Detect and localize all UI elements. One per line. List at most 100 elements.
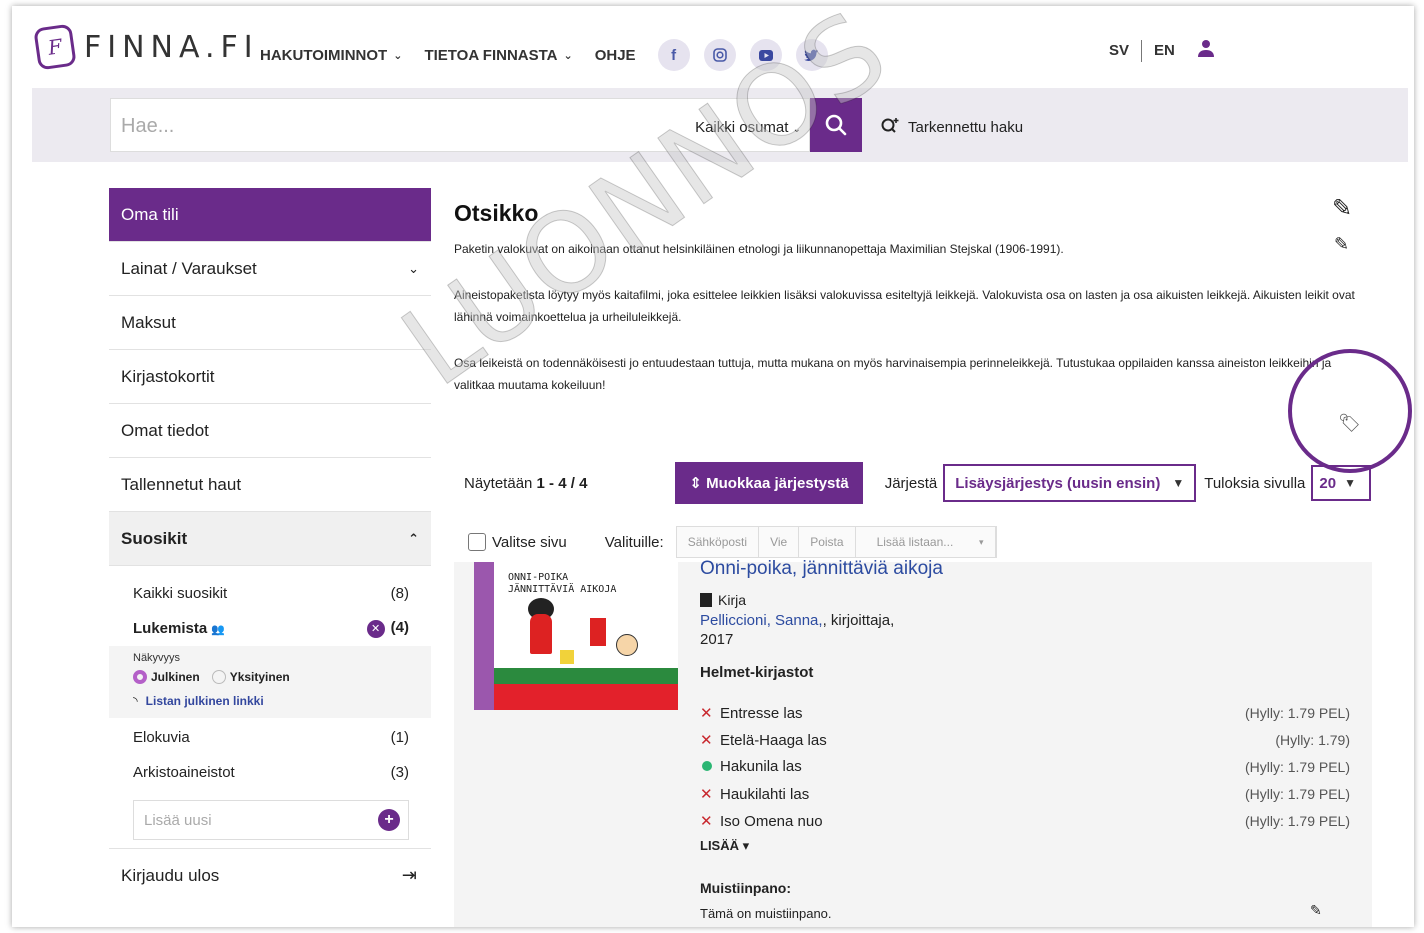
list-item[interactable]: Elokuvia (1) xyxy=(109,720,431,755)
main-nav: HAKUTOIMINNOT ⌄ TIETOA FINNASTA ⌄ OHJE f xyxy=(260,39,828,71)
search-bar: Hae... Kaikki osumat ⌄ Tarkennettu haku xyxy=(32,88,1408,162)
radio-public[interactable] xyxy=(133,670,147,684)
cover-floor xyxy=(494,684,678,710)
visibility-title: Näkyvyys xyxy=(133,652,181,664)
logo-text: FINNA.FI xyxy=(84,29,259,65)
group-icon: 👥 xyxy=(211,624,226,636)
holding-location: Etelä-Haaga las xyxy=(720,731,827,749)
nav-ohje[interactable]: OHJE xyxy=(595,47,636,64)
note-label: Muistiinpano: xyxy=(700,880,791,896)
sidebar-item-label: Oma tili xyxy=(121,204,179,224)
logout-icon: ⇥ xyxy=(401,865,417,885)
bulk-actions: Valitse sivu Valituille: Sähköposti Vie … xyxy=(468,526,997,558)
remove-icon[interactable]: ✕ xyxy=(366,619,385,638)
per-page-value: 20 xyxy=(1319,474,1337,492)
sort-label: Järjestä xyxy=(884,474,938,492)
sidebar-item-maksut[interactable]: Maksut xyxy=(109,296,431,350)
search-input[interactable]: Hae... Kaikki osumat ⌄ xyxy=(110,98,810,152)
search-scope-select[interactable]: Kaikki osumat ⌄ xyxy=(695,119,801,136)
author-role: , kirjoittaja, xyxy=(822,612,895,629)
sort-select[interactable]: Lisäysjärjestys (uusin ensin) ▼ xyxy=(943,464,1197,502)
nav-hakutoiminnot[interactable]: HAKUTOIMINNOT ⌄ xyxy=(260,47,402,64)
search-button[interactable] xyxy=(810,98,862,152)
holding-location: Iso Omena nuo xyxy=(720,812,823,830)
rss-icon: ◝ xyxy=(133,694,138,708)
sidebar-item-label: Tallennetut haut xyxy=(121,474,242,494)
cover-title: ONNI-POIKA JÄNNITTÄVIÄ AIKOJA xyxy=(508,572,617,595)
sidebar-item-kirjastokortit[interactable]: Kirjastokortit xyxy=(109,350,431,404)
finna-logo[interactable]: F FINNA.FI xyxy=(33,23,259,71)
more-holdings-link[interactable]: LISÄÄ ▾ xyxy=(700,838,1350,854)
list-item[interactable]: Kaikki suosikit (8) xyxy=(109,576,431,611)
sidebar-item-label: Omat tiedot xyxy=(121,420,209,440)
user-icon[interactable] xyxy=(1197,39,1215,62)
book-cover-image[interactable]: ONNI-POIKA JÄNNITTÄVIÄ AIKOJA xyxy=(474,562,678,710)
chevron-down-icon: ⌄ xyxy=(792,124,801,135)
radio-label: Julkinen xyxy=(151,670,200,684)
bulk-export-button[interactable]: Vie xyxy=(759,527,800,557)
list-name: Elokuvia xyxy=(133,729,190,746)
sort-value: Lisäysjärjestys (uusin ensin) xyxy=(955,474,1161,492)
format-label: Kirja xyxy=(718,592,747,608)
holding-shelf: (Hylly: 1.79 PEL) xyxy=(1244,785,1350,802)
sidebar-item-lainat[interactable]: Lainat / Varaukset ⌄ xyxy=(109,242,431,296)
note-text: Tämä on muistiinpano. xyxy=(700,906,832,921)
list-name: Lukemista xyxy=(133,620,208,637)
bulk-add-to-list-select[interactable]: Lisää listaan... ▾ xyxy=(855,527,996,557)
highlight-circle xyxy=(1288,349,1412,473)
reorder-label: ⇕ Muokkaa järjestystä xyxy=(689,475,849,492)
radio-private[interactable] xyxy=(211,670,226,684)
cover-figure xyxy=(560,650,574,664)
available-icon xyxy=(702,761,712,771)
library-name: Helmet-kirjastot xyxy=(700,664,814,681)
sidebar-item-tallennetut-haut[interactable]: Tallennetut haut xyxy=(109,458,431,512)
nav-tietoa-finnasta[interactable]: TIETOA FINNASTA ⌄ xyxy=(424,47,572,64)
facebook-icon[interactable]: f xyxy=(657,39,690,71)
list-item-active[interactable]: Lukemista 👥 ✕ (4) xyxy=(109,611,431,646)
holding-location: Haukilahti las xyxy=(720,785,810,803)
holding-shelf: (Hylly: 1.79 PEL) xyxy=(1244,704,1350,721)
bulk-button-group: Sähköposti Vie Poista Lisää listaan... ▾ xyxy=(675,526,997,558)
advanced-search-label: Tarkennettu haku xyxy=(908,119,1024,136)
search-placeholder: Hae... xyxy=(121,115,175,137)
list-count: (3) xyxy=(390,764,409,781)
lang-sv[interactable]: SV xyxy=(1109,42,1129,59)
edit-note-icon[interactable]: ✎ xyxy=(1310,902,1322,919)
holding-row: ✕ Haukilahti las (Hylly: 1.79 PEL) xyxy=(700,780,1350,807)
divider xyxy=(1141,39,1143,62)
add-list-input[interactable]: Lisää uusi + xyxy=(133,800,409,840)
sidebar-item-omat-tiedot[interactable]: Omat tiedot xyxy=(109,404,431,458)
bulk-email-button[interactable]: Sähköposti xyxy=(676,527,760,557)
reorder-button[interactable]: ⇕ Muokkaa järjestystä xyxy=(675,462,863,504)
cover-figure xyxy=(616,634,638,656)
instagram-icon[interactable] xyxy=(703,39,736,71)
select-page-checkbox[interactable] xyxy=(468,533,486,551)
author-link[interactable]: Pelliccioni, Sanna, xyxy=(700,612,823,629)
record-author: Pelliccioni, Sanna,, kirjoittaja, xyxy=(700,612,1350,629)
app-window: F FINNA.FI HAKUTOIMINNOT ⌄ TIETOA FINNAST… xyxy=(12,6,1414,927)
edit-list-icon[interactable]: ✎ xyxy=(1332,194,1352,223)
holding-row: ✕ Entresse las (Hylly: 1.79 PEL) xyxy=(700,699,1350,726)
nav-label: TIETOA FINNASTA xyxy=(424,46,558,64)
sidebar-item-label: Kirjastokortit xyxy=(121,366,215,386)
logout-button[interactable]: Kirjaudu ulos ⇥ xyxy=(109,848,431,902)
record-format: Kirja xyxy=(700,592,1350,608)
bulk-delete-button[interactable]: Poista xyxy=(799,527,856,557)
public-link[interactable]: ◝ Listan julkinen linkki xyxy=(133,694,407,708)
list-item[interactable]: Arkistoaineistot (3) xyxy=(109,755,431,790)
record-title-link[interactable]: Onni-poika, jännittäviä aikoja xyxy=(700,558,1350,580)
advanced-search-link[interactable]: Tarkennettu haku xyxy=(880,116,1023,139)
cover-figure xyxy=(530,614,552,654)
sidebar-item-suosikit[interactable]: Suosikit ⌃ xyxy=(109,512,431,566)
account-sidebar: Oma tili Lainat / Varaukset ⌄ Maksut Kirj… xyxy=(109,188,431,902)
record-info: Onni-poika, jännittäviä aikoja Kirja Pel… xyxy=(700,558,1350,921)
sidebar-item-label: Maksut xyxy=(121,312,176,332)
sidebar-item-oma-tili[interactable]: Oma tili xyxy=(109,188,431,242)
add-icon[interactable]: + xyxy=(378,809,400,831)
nav-label: HAKUTOIMINNOT xyxy=(260,46,388,64)
youtube-icon[interactable] xyxy=(749,39,782,71)
search-icon xyxy=(825,114,847,136)
twitter-icon[interactable] xyxy=(795,39,828,71)
lang-en[interactable]: EN xyxy=(1154,42,1175,59)
list-count: (8) xyxy=(390,585,409,602)
